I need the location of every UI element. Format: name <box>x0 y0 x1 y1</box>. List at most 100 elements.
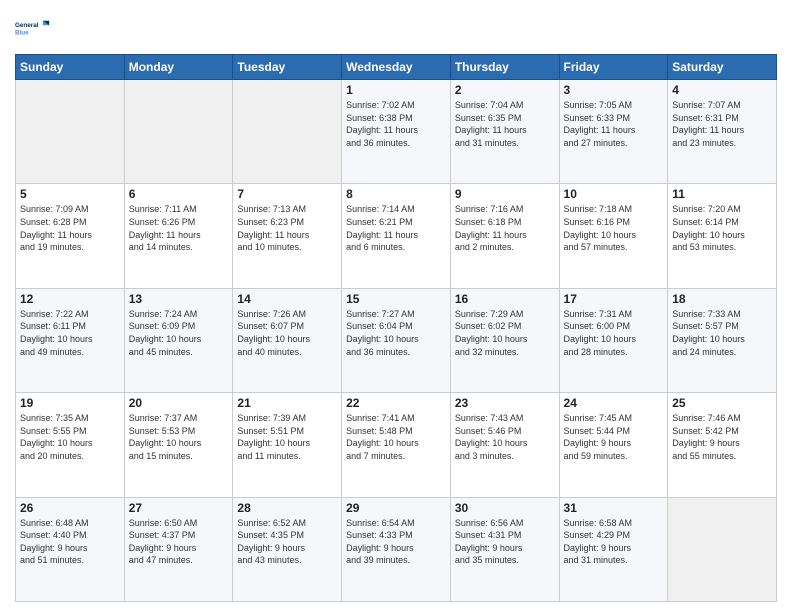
day-number: 3 <box>564 83 664 97</box>
day-info: Sunrise: 7:24 AM Sunset: 6:09 PM Dayligh… <box>129 308 229 358</box>
day-number: 15 <box>346 292 446 306</box>
day-number: 7 <box>237 187 337 201</box>
calendar-body: 1 Sunrise: 7:02 AM Sunset: 6:38 PM Daylig… <box>16 80 777 602</box>
day-info: Sunrise: 7:04 AM Sunset: 6:35 PM Dayligh… <box>455 99 555 149</box>
calendar-cell: 20 Sunrise: 7:37 AM Sunset: 5:53 PM Dayli… <box>124 393 233 497</box>
day-number: 31 <box>564 501 664 515</box>
day-info: Sunrise: 6:56 AM Sunset: 4:31 PM Dayligh… <box>455 517 555 567</box>
day-number: 16 <box>455 292 555 306</box>
day-info: Sunrise: 7:26 AM Sunset: 6:07 PM Dayligh… <box>237 308 337 358</box>
day-info: Sunrise: 7:05 AM Sunset: 6:33 PM Dayligh… <box>564 99 664 149</box>
week-row-1: 5Sunrise: 7:09 AM Sunset: 6:28 PM Daylig… <box>16 184 777 288</box>
calendar-cell: 14 Sunrise: 7:26 AM Sunset: 6:07 PM Dayli… <box>233 288 342 392</box>
week-row-4: 26Sunrise: 6:48 AM Sunset: 4:40 PM Dayli… <box>16 497 777 601</box>
day-header-tuesday: Tuesday <box>233 55 342 80</box>
calendar-cell: 16 Sunrise: 7:29 AM Sunset: 6:02 PM Dayli… <box>450 288 559 392</box>
day-number: 10 <box>564 187 664 201</box>
calendar-cell: 2 Sunrise: 7:04 AM Sunset: 6:35 PM Daylig… <box>450 80 559 184</box>
day-number: 26 <box>20 501 120 515</box>
calendar-cell: 17Sunrise: 7:31 AM Sunset: 6:00 PM Dayli… <box>559 288 668 392</box>
day-info: Sunrise: 7:45 AM Sunset: 5:44 PM Dayligh… <box>564 412 664 462</box>
calendar-cell: 29Sunrise: 6:54 AM Sunset: 4:33 PM Dayli… <box>342 497 451 601</box>
calendar: SundayMondayTuesdayWednesdayThursdayFrid… <box>15 54 777 602</box>
calendar-cell: 12Sunrise: 7:22 AM Sunset: 6:11 PM Dayli… <box>16 288 125 392</box>
day-number: 24 <box>564 396 664 410</box>
day-number: 14 <box>237 292 337 306</box>
day-number: 22 <box>346 396 446 410</box>
logo-icon: GeneralBlue <box>15 10 51 46</box>
svg-text:General: General <box>15 22 39 29</box>
day-info: Sunrise: 7:29 AM Sunset: 6:02 PM Dayligh… <box>455 308 555 358</box>
day-number: 27 <box>129 501 229 515</box>
day-header-wednesday: Wednesday <box>342 55 451 80</box>
day-info: Sunrise: 7:13 AM Sunset: 6:23 PM Dayligh… <box>237 203 337 253</box>
day-info: Sunrise: 7:02 AM Sunset: 6:38 PM Dayligh… <box>346 99 446 149</box>
calendar-cell: 18Sunrise: 7:33 AM Sunset: 5:57 PM Dayli… <box>668 288 777 392</box>
day-info: Sunrise: 6:54 AM Sunset: 4:33 PM Dayligh… <box>346 517 446 567</box>
svg-text:Blue: Blue <box>15 29 29 36</box>
week-row-3: 19 Sunrise: 7:35 AM Sunset: 5:55 PM Dayli… <box>16 393 777 497</box>
day-number: 19 <box>20 396 120 410</box>
week-row-2: 12Sunrise: 7:22 AM Sunset: 6:11 PM Dayli… <box>16 288 777 392</box>
day-info: Sunrise: 7:22 AM Sunset: 6:11 PM Dayligh… <box>20 308 120 358</box>
day-info: Sunrise: 6:50 AM Sunset: 4:37 PM Dayligh… <box>129 517 229 567</box>
day-number: 2 <box>455 83 555 97</box>
day-info: Sunrise: 7:16 AM Sunset: 6:18 PM Dayligh… <box>455 203 555 253</box>
calendar-cell <box>124 80 233 184</box>
day-info: Sunrise: 7:39 AM Sunset: 5:51 PM Dayligh… <box>237 412 337 462</box>
day-number: 18 <box>672 292 772 306</box>
calendar-cell: 5Sunrise: 7:09 AM Sunset: 6:28 PM Daylig… <box>16 184 125 288</box>
calendar-cell: 24 Sunrise: 7:45 AM Sunset: 5:44 PM Dayli… <box>559 393 668 497</box>
days-header-row: SundayMondayTuesdayWednesdayThursdayFrid… <box>16 55 777 80</box>
day-info: Sunrise: 6:58 AM Sunset: 4:29 PM Dayligh… <box>564 517 664 567</box>
calendar-cell: 15 Sunrise: 7:27 AM Sunset: 6:04 PM Dayli… <box>342 288 451 392</box>
day-header-thursday: Thursday <box>450 55 559 80</box>
calendar-cell: 7 Sunrise: 7:13 AM Sunset: 6:23 PM Daylig… <box>233 184 342 288</box>
calendar-cell: 1 Sunrise: 7:02 AM Sunset: 6:38 PM Daylig… <box>342 80 451 184</box>
calendar-cell: 23Sunrise: 7:43 AM Sunset: 5:46 PM Dayli… <box>450 393 559 497</box>
day-header-monday: Monday <box>124 55 233 80</box>
day-info: Sunrise: 7:14 AM Sunset: 6:21 PM Dayligh… <box>346 203 446 253</box>
calendar-cell <box>16 80 125 184</box>
day-header-friday: Friday <box>559 55 668 80</box>
day-number: 1 <box>346 83 446 97</box>
day-number: 8 <box>346 187 446 201</box>
day-number: 4 <box>672 83 772 97</box>
calendar-cell <box>233 80 342 184</box>
calendar-cell: 4Sunrise: 7:07 AM Sunset: 6:31 PM Daylig… <box>668 80 777 184</box>
calendar-cell <box>668 497 777 601</box>
calendar-cell: 28 Sunrise: 6:52 AM Sunset: 4:35 PM Dayli… <box>233 497 342 601</box>
week-row-0: 1 Sunrise: 7:02 AM Sunset: 6:38 PM Daylig… <box>16 80 777 184</box>
calendar-cell: 27 Sunrise: 6:50 AM Sunset: 4:37 PM Dayli… <box>124 497 233 601</box>
calendar-cell: 3 Sunrise: 7:05 AM Sunset: 6:33 PM Daylig… <box>559 80 668 184</box>
calendar-cell: 8 Sunrise: 7:14 AM Sunset: 6:21 PM Daylig… <box>342 184 451 288</box>
day-info: Sunrise: 7:27 AM Sunset: 6:04 PM Dayligh… <box>346 308 446 358</box>
day-number: 30 <box>455 501 555 515</box>
calendar-cell: 10Sunrise: 7:18 AM Sunset: 6:16 PM Dayli… <box>559 184 668 288</box>
day-info: Sunrise: 6:52 AM Sunset: 4:35 PM Dayligh… <box>237 517 337 567</box>
day-info: Sunrise: 7:35 AM Sunset: 5:55 PM Dayligh… <box>20 412 120 462</box>
calendar-cell: 22 Sunrise: 7:41 AM Sunset: 5:48 PM Dayli… <box>342 393 451 497</box>
calendar-header: SundayMondayTuesdayWednesdayThursdayFrid… <box>16 55 777 80</box>
day-info: Sunrise: 7:31 AM Sunset: 6:00 PM Dayligh… <box>564 308 664 358</box>
calendar-cell: 11 Sunrise: 7:20 AM Sunset: 6:14 PM Dayli… <box>668 184 777 288</box>
calendar-cell: 25 Sunrise: 7:46 AM Sunset: 5:42 PM Dayli… <box>668 393 777 497</box>
day-number: 28 <box>237 501 337 515</box>
day-number: 25 <box>672 396 772 410</box>
calendar-cell: 21Sunrise: 7:39 AM Sunset: 5:51 PM Dayli… <box>233 393 342 497</box>
day-number: 20 <box>129 396 229 410</box>
day-number: 11 <box>672 187 772 201</box>
calendar-cell: 6Sunrise: 7:11 AM Sunset: 6:26 PM Daylig… <box>124 184 233 288</box>
day-number: 23 <box>455 396 555 410</box>
day-info: Sunrise: 7:41 AM Sunset: 5:48 PM Dayligh… <box>346 412 446 462</box>
calendar-cell: 13Sunrise: 7:24 AM Sunset: 6:09 PM Dayli… <box>124 288 233 392</box>
day-info: Sunrise: 7:37 AM Sunset: 5:53 PM Dayligh… <box>129 412 229 462</box>
logo: GeneralBlue <box>15 10 51 46</box>
day-number: 6 <box>129 187 229 201</box>
day-header-sunday: Sunday <box>16 55 125 80</box>
day-info: Sunrise: 7:20 AM Sunset: 6:14 PM Dayligh… <box>672 203 772 253</box>
calendar-cell: 19 Sunrise: 7:35 AM Sunset: 5:55 PM Dayli… <box>16 393 125 497</box>
day-header-saturday: Saturday <box>668 55 777 80</box>
day-info: Sunrise: 7:46 AM Sunset: 5:42 PM Dayligh… <box>672 412 772 462</box>
calendar-cell: 30 Sunrise: 6:56 AM Sunset: 4:31 PM Dayli… <box>450 497 559 601</box>
